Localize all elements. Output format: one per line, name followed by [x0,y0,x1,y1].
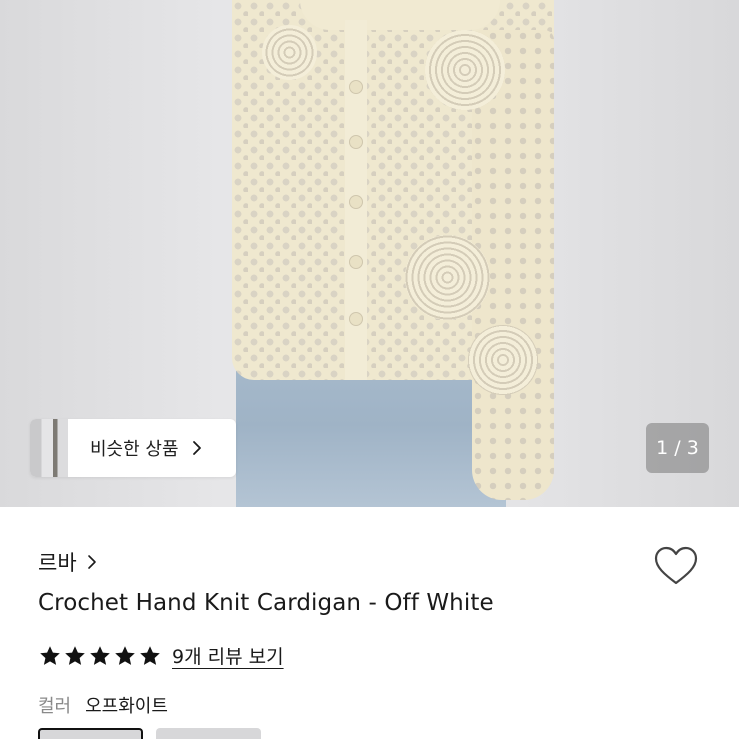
rating-row: 9개 리뷰 보기 [38,642,284,669]
chevron-right-icon [87,555,96,569]
brand-link[interactable]: 르바 [38,547,97,577]
star-icon [115,645,135,665]
star-icon [140,645,160,665]
image-counter-badge: 1 / 3 [646,423,709,473]
cardigan-button-graphic [349,312,363,326]
product-image-gallery[interactable]: 비슷한 상품 1 / 3 [0,0,739,507]
heart-icon[interactable] [654,546,698,586]
chevron-right-icon [192,441,201,455]
view-reviews-link[interactable]: 9개 리뷰 보기 [172,642,284,669]
image-counter-text: 1 / 3 [656,437,699,459]
similar-products-label: 비슷한 상품 [90,439,179,460]
cardigan-button-graphic [349,195,363,209]
color-swatch[interactable] [156,728,261,739]
similar-product-thumbnail [30,419,68,477]
product-title: Crochet Hand Knit Cardigan - Off White [38,590,494,616]
color-option-label: 컬러 [38,696,72,717]
cardigan-button-graphic [349,255,363,269]
color-option-value: 오프화이트 [85,696,168,717]
crochet-motif [425,30,505,110]
star-icon [90,645,110,665]
crochet-motif [468,325,538,395]
similar-products-button[interactable]: 비슷한 상품 [30,419,236,477]
color-swatch-selected[interactable] [38,728,143,739]
collar-graphic [300,0,500,30]
cardigan-button-graphic [349,80,363,94]
crochet-motif [405,235,490,320]
cardigan-button-graphic [349,135,363,149]
brand-name: 르바 [38,551,77,575]
star-rating [38,644,162,668]
color-option-row: 컬러 오프화이트 [38,692,168,718]
crochet-motif [262,25,317,80]
star-icon [65,645,85,665]
star-icon [40,645,60,665]
